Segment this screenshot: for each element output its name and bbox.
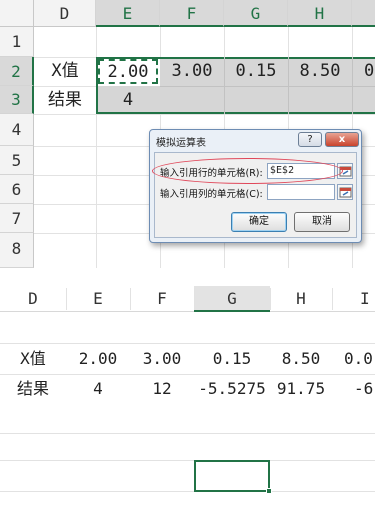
cancel-button[interactable]: 取消 [294,212,350,232]
cell-h-result[interactable]: 91.75 [270,376,332,402]
col-input-field[interactable] [267,184,335,200]
row3-label[interactable]: 结果 [34,86,96,114]
column-header-i[interactable]: I [332,286,375,312]
row-header-6[interactable]: 6 [0,175,34,204]
data-table-dialog: 模拟运算表 ? x 输入引用行的单元格(R): $E$2 输入引用列的单元格(C… [149,129,362,243]
select-all-corner[interactable] [0,0,34,27]
cell-e-x[interactable]: 2.00 [66,346,130,372]
column-header-d[interactable]: D [34,0,96,27]
dialog-title: 模拟运算表 [156,138,206,149]
cell-f2[interactable]: 3.00 [160,57,224,86]
col-collapse-icon[interactable] [337,184,353,200]
result-row-label[interactable]: 结果 [0,376,66,402]
cell-g-result[interactable]: -5.5275 [190,376,274,402]
ok-button[interactable]: 确定 [231,212,287,232]
cell-i-x[interactable]: 0.0 [332,346,375,372]
cell-e2-copy-marquee[interactable]: 2.00 [98,59,158,84]
column-header-h[interactable]: H [288,0,352,27]
cell-i2[interactable]: 0. [352,57,375,86]
row2-label[interactable]: X值 [34,57,96,86]
row-header-3[interactable]: 3 [0,86,34,114]
cell-f-x[interactable]: 3.00 [130,346,194,372]
row-header-8[interactable]: 8 [0,233,34,268]
x-row-label[interactable]: X值 [0,346,66,372]
top-spreadsheet: D E F G H 1 2 3 4 5 6 7 8 X值 2.00 3.00 0… [0,0,375,268]
highlight-oval [152,158,343,184]
column-header-h[interactable]: H [270,286,332,312]
column-header-e[interactable]: E [96,0,160,27]
column-header-f[interactable]: F [130,286,194,312]
column-header-i[interactable] [352,0,375,27]
row-header-4[interactable]: 4 [0,114,34,146]
help-button[interactable]: ? [298,132,322,147]
col-input-label: 输入引用列的单元格(C): [160,189,263,200]
cell-i-result[interactable]: -6 [332,376,375,402]
cell-e3[interactable]: 4 [96,86,160,114]
column-header-d[interactable]: D [0,286,66,312]
row-header-7[interactable]: 7 [0,204,34,233]
cell-g-x[interactable]: 0.15 [194,346,270,372]
fill-handle[interactable] [266,488,272,494]
active-cell[interactable] [194,460,270,492]
column-header-e[interactable]: E [66,286,130,312]
column-header-g[interactable]: G [194,286,270,312]
bottom-spreadsheet: D E F G H I X值 2.00 3.00 0.15 8.50 0.0 结… [0,286,375,507]
cell-g2[interactable]: 0.15 [224,57,288,86]
cell-e-result[interactable]: 4 [66,376,130,402]
column-header-f[interactable]: F [160,0,224,27]
row-header-5[interactable]: 5 [0,146,34,175]
cell-h2[interactable]: 8.50 [288,57,352,86]
row-header-2[interactable]: 2 [0,57,34,86]
close-button[interactable]: x [325,132,359,147]
cell-h-x[interactable]: 8.50 [270,346,332,372]
cell-f-result[interactable]: 12 [130,376,194,402]
column-header-g[interactable]: G [224,0,288,27]
row-header-1[interactable]: 1 [0,27,34,57]
